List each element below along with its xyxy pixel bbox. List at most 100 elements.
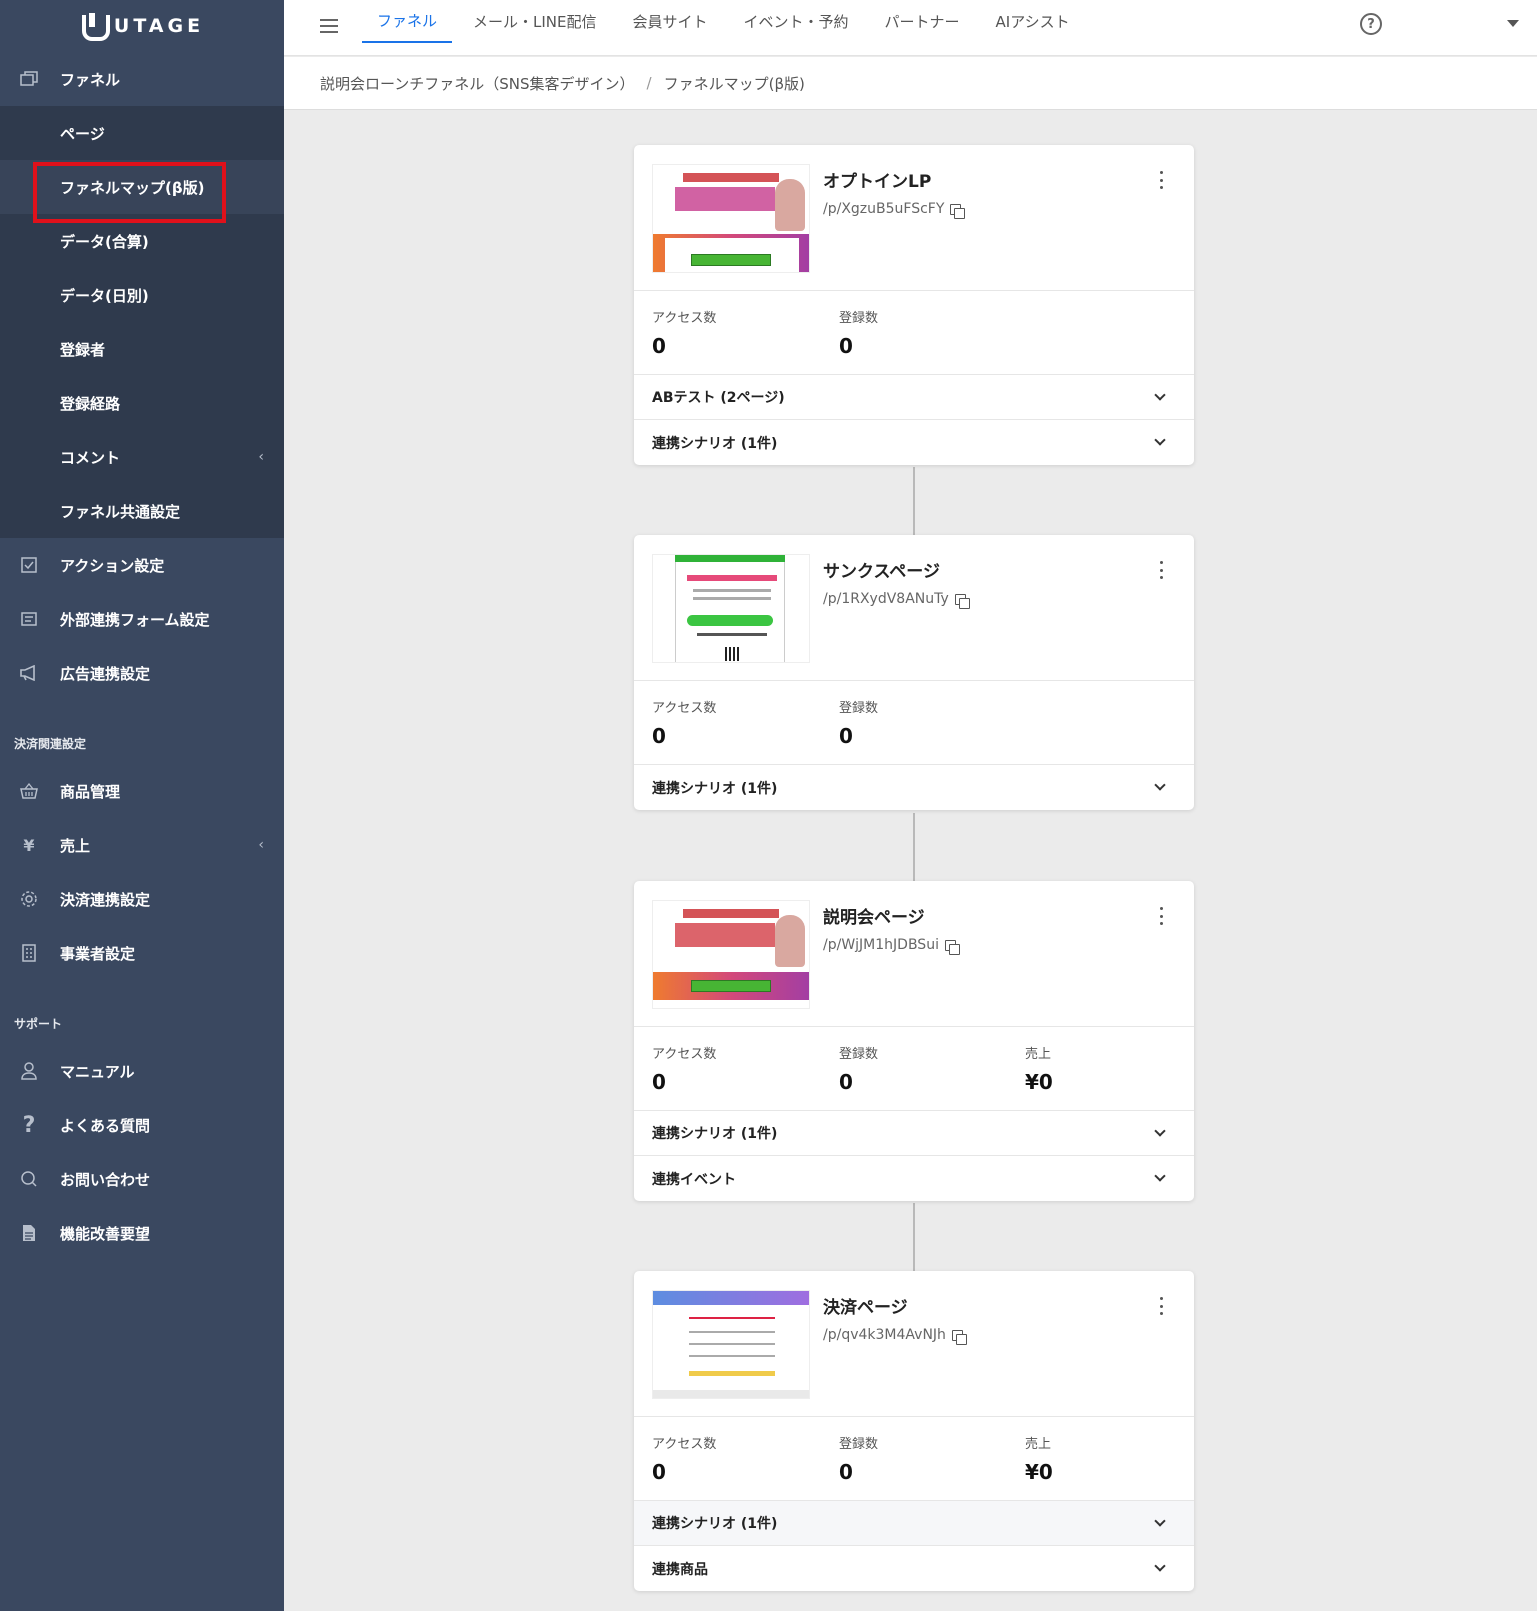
card-path: /p/qv4k3M4AvNJh — [823, 1326, 967, 1345]
sidebar-item-ad-settings[interactable]: 広告連携設定 — [0, 646, 284, 700]
stat-value: 0 — [652, 1460, 666, 1484]
page-thumbnail[interactable] — [652, 1290, 810, 1399]
tab-member-site[interactable]: 会員サイト — [618, 0, 723, 43]
accordion-linked-scenario[interactable]: 連携シナリオ (1件) — [634, 420, 1194, 465]
breadcrumb-parent[interactable]: 説明会ローンチファネル（SNS集客デザイン） — [320, 73, 635, 94]
sidebar-item-data-daily[interactable]: データ(日別) — [0, 268, 284, 322]
copy-icon[interactable] — [951, 1330, 967, 1345]
card-title[interactable]: オプトインLP — [823, 167, 931, 192]
tab-funnel[interactable]: ファネル — [362, 0, 453, 43]
stat-sales: 売上 ¥0 — [1025, 1433, 1053, 1484]
stat-value: 0 — [652, 724, 666, 748]
stat-label: アクセス数 — [652, 1047, 717, 1062]
utage-logo-icon — [80, 13, 110, 41]
stat-label: アクセス数 — [652, 1437, 717, 1452]
help-icon[interactable]: ? — [1360, 13, 1382, 35]
sidebar-item-comments[interactable]: コメント ‹ — [0, 430, 284, 484]
gear-icon — [18, 888, 40, 910]
stat-access: アクセス数 0 — [652, 1433, 716, 1484]
hamburger-menu-icon[interactable] — [320, 19, 338, 33]
top-navigation: ファネル メール・LINE配信 会員サイト イベント・予約 パートナー AIアシ… — [284, 0, 1537, 56]
page-thumbnail[interactable] — [652, 900, 810, 1009]
page-path[interactable]: /p/XgzuB5uFScFY — [823, 201, 944, 217]
chevron-left-icon: ‹ — [258, 837, 264, 853]
sidebar-item-registration-route[interactable]: 登録経路 — [0, 376, 284, 430]
stat-value: 0 — [839, 1460, 853, 1484]
more-menu-icon[interactable] — [1160, 171, 1164, 189]
sidebar-item-action-settings[interactable]: アクション設定 — [0, 538, 284, 592]
more-menu-icon[interactable] — [1160, 561, 1164, 579]
funnel-step-card: サンクスページ /p/1RXydV8ANuTy アクセス数 0 登録数 0 連携シナ… — [634, 535, 1194, 810]
stat-sales: 売上 ¥0 — [1025, 1043, 1053, 1094]
sidebar-item-label: アクション設定 — [60, 556, 165, 575]
page-thumbnail[interactable] — [652, 164, 810, 273]
accordion-linked-products[interactable]: 連携商品 — [634, 1546, 1194, 1591]
funnel-step-card: 決済ページ /p/qv4k3M4AvNJh アクセス数 0 登録数 0 売上 ¥0 連… — [634, 1271, 1194, 1591]
page-path[interactable]: /p/WjJM1hJDBSui — [823, 937, 939, 953]
sidebar-item-funnel[interactable]: ファネル — [0, 52, 284, 106]
sidebar-item-faq[interactable]: ? よくある質問 — [0, 1098, 284, 1152]
chevron-down-icon — [1154, 1170, 1166, 1182]
sidebar-item-feature-request[interactable]: 機能改善要望 — [0, 1206, 284, 1260]
sidebar-item-business-settings[interactable]: 事業者設定 — [0, 926, 284, 980]
card-path: /p/XgzuB5uFScFY — [823, 200, 966, 219]
card-title[interactable]: サンクスページ — [823, 557, 940, 582]
sidebar-item-label: お問い合わせ — [60, 1170, 151, 1189]
card-title[interactable]: 説明会ページ — [823, 903, 925, 928]
sidebar-item-label: 登録経路 — [60, 394, 121, 413]
brand-name: UTAGE — [113, 15, 205, 37]
sidebar-item-label: 事業者設定 — [60, 944, 136, 963]
accordion-ab-test[interactable]: ABテスト (2ページ) — [634, 375, 1194, 420]
copy-icon[interactable] — [944, 940, 960, 955]
sidebar-item-label: データ(合算) — [60, 232, 149, 251]
card-title[interactable]: 決済ページ — [823, 1293, 908, 1318]
accordion-linked-scenario[interactable]: 連携シナリオ (1件) — [634, 1111, 1194, 1156]
sidebar-item-payment-integration[interactable]: 決済連携設定 — [0, 872, 284, 926]
document-icon — [18, 1222, 40, 1244]
page-path[interactable]: /p/qv4k3M4AvNJh — [823, 1327, 946, 1343]
sidebar-item-sales[interactable]: ¥ 売上 ‹ — [0, 818, 284, 872]
stat-label: アクセス数 — [652, 701, 717, 716]
sidebar-item-funnel-common-settings[interactable]: ファネル共通設定 — [0, 484, 284, 538]
tab-ai-assist[interactable]: AIアシスト — [981, 0, 1085, 43]
accordion-label: 連携シナリオ (1件) — [652, 435, 778, 452]
more-menu-icon[interactable] — [1160, 907, 1164, 925]
stat-value: 0 — [652, 1070, 666, 1094]
sidebar-item-pages[interactable]: ページ — [0, 106, 284, 160]
sidebar-item-contact[interactable]: お問い合わせ — [0, 1152, 284, 1206]
tab-partner[interactable]: パートナー — [870, 0, 975, 43]
tab-mail-line[interactable]: メール・LINE配信 — [458, 0, 611, 43]
yen-icon: ¥ — [23, 835, 35, 855]
brand-logo[interactable]: UTAGE — [0, 0, 284, 52]
chevron-down-icon — [1154, 1560, 1166, 1572]
sidebar: UTAGE ファネル ページ ファネルマップ(β版) データ(合算) データ(日… — [0, 0, 284, 1611]
funnel-step-card: オプトインLP /p/XgzuB5uFScFY アクセス数 0 登録数 0 ABテス… — [634, 145, 1194, 465]
copy-icon[interactable] — [954, 594, 970, 609]
accordion-linked-scenario[interactable]: 連携シナリオ (1件) — [634, 765, 1194, 810]
accordion-label: 連携イベント — [652, 1171, 736, 1188]
chevron-down-icon — [1154, 779, 1166, 791]
stats-row: アクセス数 0 登録数 0 売上 ¥0 — [634, 1417, 1194, 1501]
form-icon — [18, 608, 40, 630]
page-path[interactable]: /p/1RXydV8ANuTy — [823, 591, 949, 607]
sidebar-item-registrants[interactable]: 登録者 — [0, 322, 284, 376]
stat-value: ¥0 — [1025, 1070, 1053, 1094]
sidebar-item-manual[interactable]: マニュアル — [0, 1044, 284, 1098]
chevron-down-icon — [1154, 1515, 1166, 1527]
page-thumbnail[interactable] — [652, 554, 810, 663]
building-icon — [18, 942, 40, 964]
copy-icon[interactable] — [950, 204, 966, 219]
sidebar-item-external-form-settings[interactable]: 外部連携フォーム設定 — [0, 592, 284, 646]
more-menu-icon[interactable] — [1160, 1297, 1164, 1315]
accordion-label: 連携シナリオ (1件) — [652, 1516, 778, 1532]
accordion-linked-event[interactable]: 連携イベント — [634, 1156, 1194, 1201]
sidebar-item-label: 広告連携設定 — [60, 664, 151, 683]
stat-label: 売上 — [1025, 1437, 1052, 1452]
sidebar-item-product-management[interactable]: 商品管理 — [0, 764, 284, 818]
window-stack-icon — [18, 68, 40, 90]
stat-value: 0 — [839, 334, 853, 358]
funnel-connector — [913, 467, 915, 535]
accordion-linked-scenario[interactable]: 連携シナリオ (1件) — [634, 1501, 1194, 1546]
tab-event-booking[interactable]: イベント・予約 — [729, 0, 864, 43]
account-dropdown-icon[interactable] — [1507, 20, 1519, 27]
